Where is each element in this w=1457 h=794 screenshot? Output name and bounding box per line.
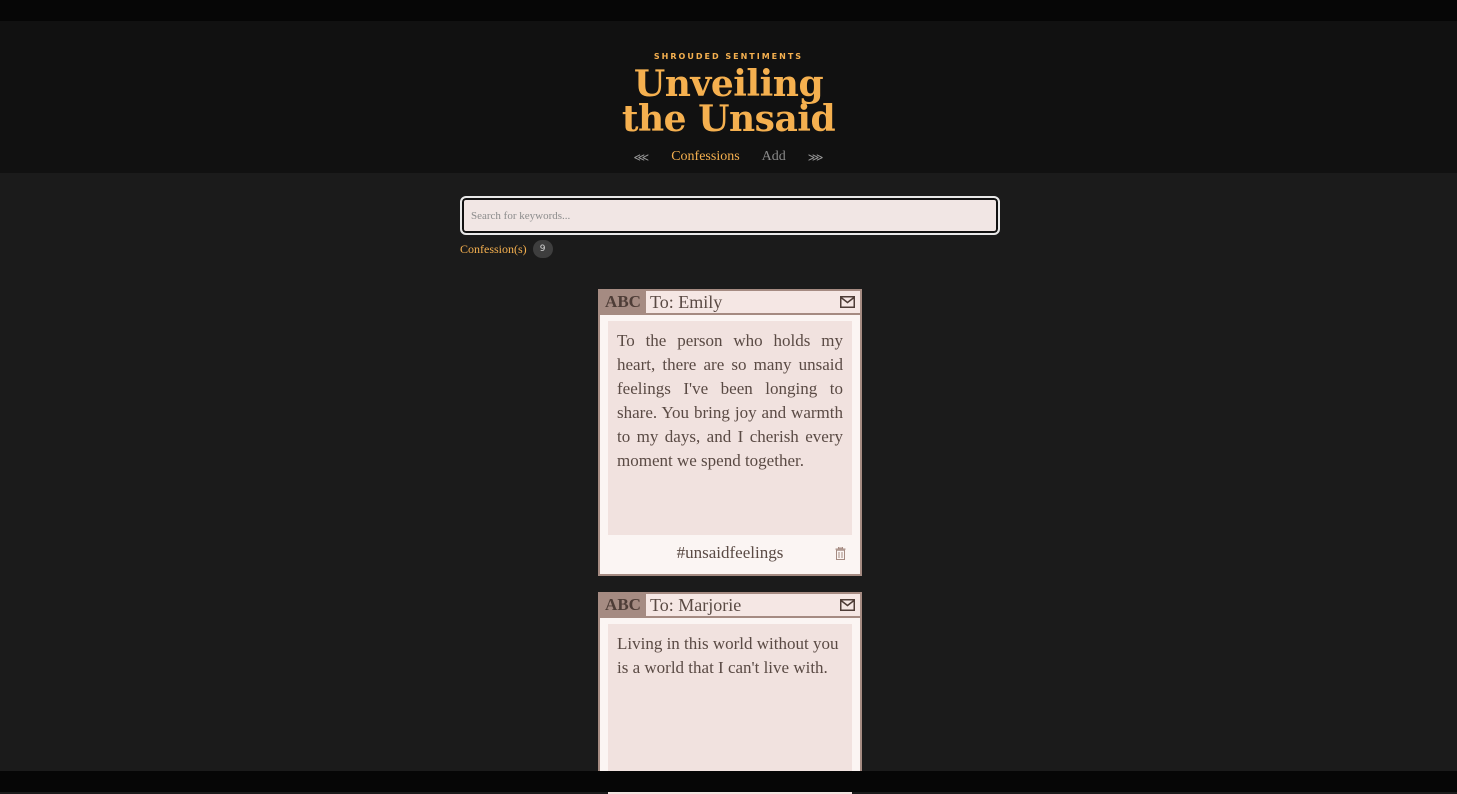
search-box [460, 196, 1000, 235]
site-title: Unveiling the Unsaid [0, 63, 1457, 140]
card-hashtag[interactable]: #unsaidfeelings [677, 543, 784, 563]
title-line-1: Unveiling [633, 63, 824, 105]
title-line-2: the Unsaid [621, 98, 836, 140]
main-nav: ⋘ Confessions Add ⋙ [0, 149, 1457, 165]
site-eyebrow: SHROUDED SENTIMENTS [653, 52, 804, 61]
mail-icon[interactable] [834, 599, 860, 611]
nav-next-link[interactable]: ⋙ [808, 151, 824, 164]
nav-add-link[interactable]: Add [762, 149, 786, 165]
card-badge: ABC [600, 291, 646, 313]
confession-card: ABC To: Marjorie Living in this world wi… [598, 592, 862, 794]
card-recipient: To: Marjorie [650, 594, 742, 615]
counter-label: Confession(s) [460, 241, 527, 256]
search-input[interactable] [462, 198, 998, 233]
trash-icon[interactable] [835, 545, 846, 565]
card-message: Living in this world without you is a wo… [608, 624, 852, 794]
mail-icon[interactable] [834, 296, 860, 308]
nav-prev-link[interactable]: ⋘ [634, 151, 650, 164]
confession-counter: Confession(s) 9 [460, 240, 553, 258]
nav-confessions-link[interactable]: Confessions [671, 149, 739, 165]
card-recipient: To: Emily [650, 291, 723, 312]
confession-card: ABC To: Emily To the person who holds my… [598, 289, 862, 576]
card-header: ABC To: Marjorie [600, 594, 860, 618]
count-badge: 9 [532, 240, 553, 258]
site-header: SHROUDED SENTIMENTS Unveiling the Unsaid… [0, 21, 1457, 173]
card-badge: ABC [600, 594, 646, 616]
card-message: To the person who holds my heart, there … [608, 321, 852, 535]
top-bar [0, 0, 1457, 21]
card-footer: #unsaidfeelings [600, 535, 860, 571]
bottom-bar [0, 771, 1457, 792]
card-header: ABC To: Emily [600, 291, 860, 315]
